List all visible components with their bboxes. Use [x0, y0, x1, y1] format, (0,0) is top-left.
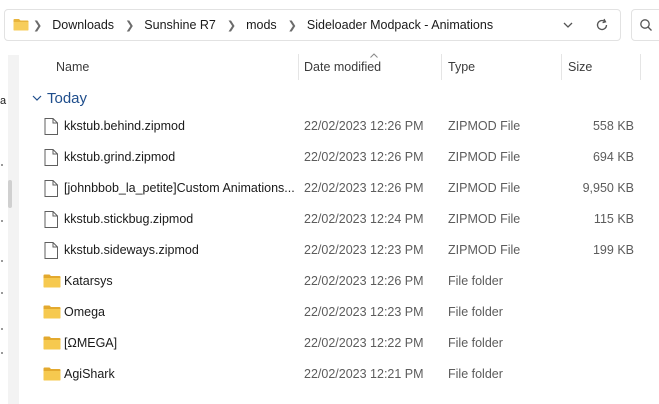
chevron-right-icon[interactable]: ❯: [216, 19, 246, 32]
nav-expand-dot[interactable]: [1, 292, 3, 294]
file-date: 22/02/2023 12:22 PM: [304, 336, 424, 350]
file-icon: [44, 211, 58, 228]
file-row[interactable]: [ΩMEGA] 22/02/2023 12:22 PM File folder: [20, 328, 659, 359]
file-type: ZIPMOD File: [448, 150, 521, 164]
file-size: [560, 359, 634, 390]
file-name: kkstub.stickbug.zipmod: [64, 212, 194, 226]
file-name: kkstub.grind.zipmod: [64, 150, 176, 164]
file-type: ZIPMOD File: [448, 243, 521, 257]
column-divider[interactable]: [441, 54, 442, 80]
search-icon: [640, 19, 652, 31]
file-date: 22/02/2023 12:26 PM: [304, 181, 424, 195]
chevron-right-icon[interactable]: ❯: [114, 19, 144, 32]
file-row[interactable]: [johnbbob_la_petite]Custom Animations...…: [20, 173, 659, 204]
chevron-right-icon[interactable]: ❯: [277, 19, 307, 32]
file-date: 22/02/2023 12:23 PM: [304, 305, 424, 319]
file-size: [560, 297, 634, 328]
file-icon: [44, 149, 58, 166]
address-bar-area: ❯ Downloads ❯ Sunshine R7 ❯ mods ❯ Sidel…: [0, 0, 659, 52]
breadcrumb-current[interactable]: Sideloader Modpack - Animations: [307, 18, 493, 32]
nav-expand-dot[interactable]: [1, 352, 3, 354]
column-divider[interactable]: [640, 54, 641, 80]
file-name: kkstub.behind.zipmod: [64, 119, 185, 133]
nav-expand-dot[interactable]: [1, 260, 3, 262]
group-header-today[interactable]: Today: [32, 88, 87, 108]
file-type: File folder: [448, 305, 503, 319]
file-date: 22/02/2023 12:26 PM: [304, 274, 424, 288]
file-date: 22/02/2023 12:26 PM: [304, 150, 424, 164]
file-size: [560, 266, 634, 297]
folder-icon: [43, 367, 61, 381]
file-row[interactable]: kkstub.stickbug.zipmod 22/02/2023 12:24 P…: [20, 204, 659, 235]
file-type: ZIPMOD File: [448, 119, 521, 133]
file-row[interactable]: Katarsys 22/02/2023 12:26 PM File folder: [20, 266, 659, 297]
folder-icon: [43, 336, 61, 350]
file-type: File folder: [448, 274, 503, 288]
file-name: AgiShark: [64, 367, 115, 381]
file-icon: [44, 180, 58, 197]
nav-item-label[interactable]: a: [0, 95, 6, 107]
folder-icon: [43, 274, 61, 288]
scrollbar-thumb[interactable]: [8, 180, 12, 208]
navigation-pane: a: [0, 52, 8, 404]
folder-icon: [13, 19, 29, 31]
chevron-right-icon[interactable]: ❯: [33, 19, 52, 32]
file-size: [560, 328, 634, 359]
file-type: File folder: [448, 336, 503, 350]
file-row[interactable]: kkstub.sideways.zipmod 22/02/2023 12:23 P…: [20, 235, 659, 266]
breadcrumb: ❯ Downloads ❯ Sunshine R7 ❯ mods ❯ Sidel…: [33, 10, 493, 40]
column-header-type[interactable]: Type: [448, 52, 475, 82]
file-date: 22/02/2023 12:23 PM: [304, 243, 424, 257]
file-size: 558 KB: [592, 119, 634, 133]
file-row[interactable]: AgiShark 22/02/2023 12:21 PM File folder: [20, 359, 659, 390]
search-box[interactable]: [631, 9, 659, 41]
file-row[interactable]: kkstub.grind.zipmod 22/02/2023 12:26 PM ZI…: [20, 142, 659, 173]
refresh-icon[interactable]: [594, 17, 610, 33]
breadcrumb-mods[interactable]: mods: [246, 18, 277, 32]
file-name: [johnbbob_la_petite]Custom Animations...: [64, 181, 295, 195]
pane-splitter[interactable]: [8, 55, 19, 404]
file-name: Katarsys: [64, 274, 113, 288]
file-date: 22/02/2023 12:24 PM: [304, 212, 424, 226]
file-size: 9,950 KB: [582, 181, 634, 195]
file-type: ZIPMOD File: [448, 212, 521, 226]
chevron-down-icon: [32, 95, 42, 101]
group-label: Today: [47, 89, 88, 107]
file-name: Omega: [64, 305, 105, 319]
column-header-date[interactable]: Date modified: [304, 52, 381, 82]
column-header-name[interactable]: Name: [56, 52, 89, 82]
column-divider[interactable]: [298, 54, 299, 80]
file-row[interactable]: kkstub.behind.zipmod 22/02/2023 12:26 PM Z…: [20, 111, 659, 142]
file-size: 199 KB: [592, 243, 634, 257]
column-headers: Name Date modified Type Size: [20, 52, 659, 82]
file-size: 115 KB: [593, 212, 634, 226]
file-date: 22/02/2023 12:21 PM: [304, 367, 424, 381]
address-bar[interactable]: ❯ Downloads ❯ Sunshine R7 ❯ mods ❯ Sidel…: [4, 9, 621, 41]
nav-expand-dot[interactable]: [1, 328, 3, 330]
file-size: 694 KB: [592, 150, 634, 164]
file-row[interactable]: Omega 22/02/2023 12:23 PM File folder: [20, 297, 659, 328]
folder-icon: [43, 305, 61, 319]
chevron-down-icon[interactable]: [560, 17, 576, 33]
file-type: File folder: [448, 367, 503, 381]
file-name: [ΩMEGA]: [64, 336, 118, 350]
breadcrumb-downloads[interactable]: Downloads: [52, 18, 114, 32]
column-header-size[interactable]: Size: [568, 52, 592, 82]
nav-expand-dot[interactable]: [1, 164, 3, 166]
file-type: ZIPMOD File: [448, 181, 521, 195]
nav-expand-dot[interactable]: [1, 220, 3, 222]
file-date: 22/02/2023 12:26 PM: [304, 119, 424, 133]
column-divider[interactable]: [561, 54, 562, 80]
file-name: kkstub.sideways.zipmod: [64, 243, 199, 257]
file-icon: [44, 118, 58, 135]
file-icon: [44, 242, 58, 259]
breadcrumb-sunshine[interactable]: Sunshine R7: [144, 18, 216, 32]
